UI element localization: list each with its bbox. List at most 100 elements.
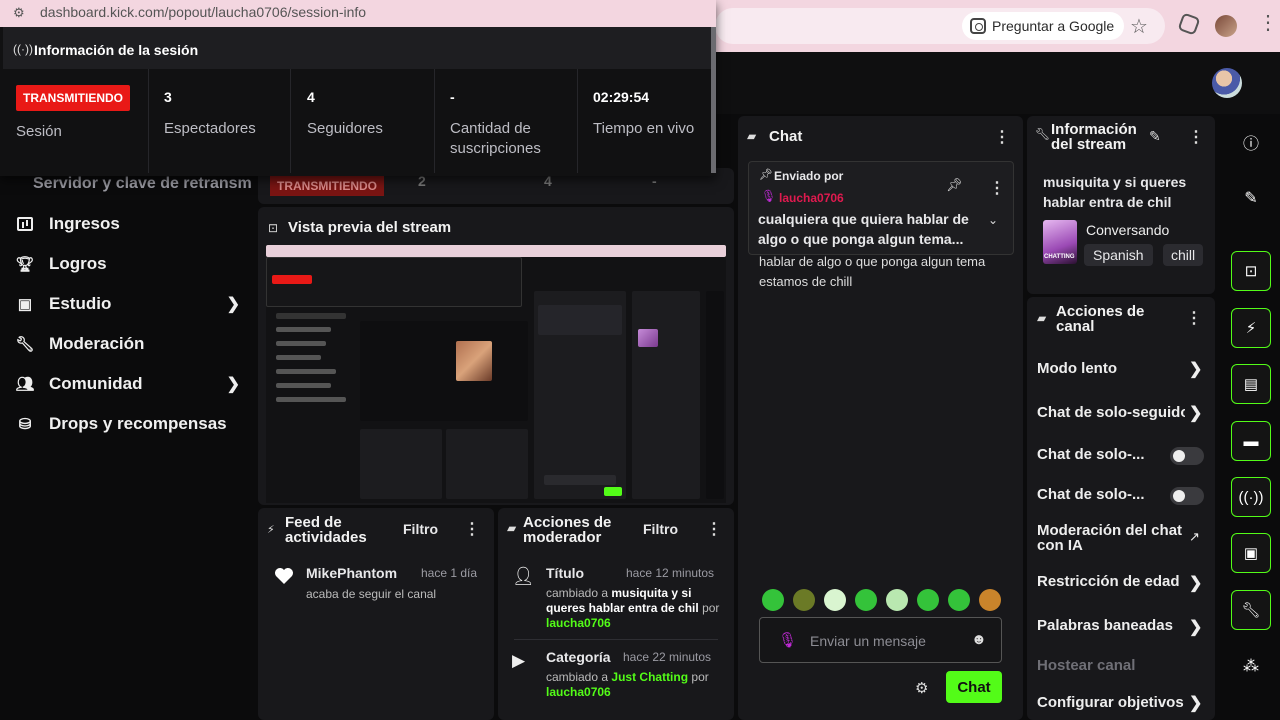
chevron-right-icon[interactable]: ❯ [1189,693,1202,713]
popup-url[interactable]: dashboard.kick.com/popout/laucha0706/ses… [40,4,366,20]
tag-chip[interactable]: Spanish [1084,244,1153,266]
chevron-down-icon[interactable]: ⌄ [988,213,998,227]
chevron-right-icon[interactable]: ❯ [1189,617,1202,637]
emote-5[interactable] [886,589,908,611]
browser-menu-icon[interactable]: ⋮ [1258,10,1278,35]
activity-title: Feed de actividades [285,514,367,546]
screenshot-icon[interactable]: ⊡ [1231,251,1271,291]
sidebar-item-drops[interactable]: ⛁ Drops y recompensas [16,409,240,439]
mic-icon: 🎙︎ [761,189,777,203]
action-slow-mode[interactable]: Modo lento [1037,360,1205,377]
community-icon: 👥︎ [15,376,35,393]
mod-filter-button[interactable]: Filtro [643,521,678,537]
ask-google-label: Preguntar a Google [992,18,1115,34]
wrench-icon[interactable]: 🔧︎ [1231,590,1271,630]
stream-info-more-icon[interactable]: ⋮ [1188,127,1204,147]
activity-more-icon[interactable]: ⋮ [464,519,480,539]
pinned-text: cualquiera que quiera hablar de algo o q… [758,211,969,247]
subs-only-toggle[interactable] [1170,447,1204,465]
mod-item-detail: cambiado a Just Chatting por laucha0706 [546,670,709,699]
edit-pencil-icon[interactable]: ✎ [1149,128,1161,145]
tag-chip[interactable]: chill [1163,244,1204,266]
stat-value: 02:29:54 [593,89,650,105]
sidebar-item-estudio[interactable]: ▣ Estudio ❯ [16,289,240,319]
broadcast-icon[interactable]: ((·)) [1231,477,1271,517]
activity-user[interactable]: MikePhantom [306,565,397,581]
pinned-user[interactable]: laucha0706 [779,191,844,205]
activity-filter-button[interactable]: Filtro [403,521,438,537]
lightning-icon[interactable]: ⚡︎ [1231,308,1271,348]
emote-8[interactable] [979,589,1001,611]
channel-actions-icon: ▰ [1037,311,1047,325]
chat-bubble-icon: ▰ [747,129,757,143]
chat-icon[interactable]: ▬ [1231,421,1271,461]
sidebar-item-label: Logros [49,254,107,273]
sidebar-item-ingresos[interactable]: Ingresos [16,209,240,239]
session-title: Información de la sesión [34,42,199,58]
site-settings-icon[interactable]: ⚙︎ [13,5,25,21]
category-name[interactable]: Conversando [1086,222,1169,238]
preview-title: Vista previa del stream [288,219,452,236]
emote-6[interactable] [917,589,939,611]
chat-more-icon[interactable]: ⋮ [994,127,1010,147]
mod-more-icon[interactable]: ⋮ [706,519,722,539]
stream-preview-video[interactable] [266,245,726,503]
bookmark-star-icon[interactable]: ☆ [1130,14,1148,39]
action-banned-words[interactable]: Palabras baneadas [1037,617,1205,634]
emoji-icon[interactable]: ☻ [971,631,987,648]
notes-icon[interactable]: ▤ [1231,364,1271,404]
live-badge: TRANSMITIENDO [16,85,130,111]
sidebar-item-label: Drops y recompensas [49,414,227,433]
extensions-icon[interactable] [1177,12,1201,36]
pinned-label: Enviado por [774,169,844,183]
activity-time: hace 1 día [421,566,478,580]
pinned-message[interactable]: 📌︎ Enviado por 🎙︎ laucha0706 cualquiera … [748,161,1014,255]
emote-4[interactable] [855,589,877,611]
category-thumbnail[interactable]: CHATTING [1043,220,1077,264]
action-followers-only[interactable]: Chat de solo-seguido [1037,404,1185,421]
mod-item-kind: Título [546,565,585,581]
stat-value: 3 [164,89,172,105]
apps-icon[interactable]: ⁂ [1231,646,1271,686]
info-icon[interactable]: ⓘ [1231,122,1271,162]
sidebar-item-comunidad[interactable]: 👥︎ Comunidad ❯ [15,369,240,399]
popup-scrollbar[interactable] [711,27,716,173]
broadcast-icon: ((·)) [13,42,33,56]
chevron-right-icon[interactable]: ❯ [1189,403,1202,423]
chart-icon [16,215,34,233]
studio-icon[interactable]: ▣ [1231,533,1271,573]
chevron-right-icon[interactable]: ❯ [1189,573,1202,593]
chevron-right-icon[interactable]: ❯ [1189,359,1202,379]
browser-profile-avatar[interactable] [1215,15,1237,37]
unpin-icon[interactable]: 📌︎ [946,177,963,193]
action-configure-goals[interactable]: Configurar objetivos [1037,694,1205,711]
thumbnail-label: CHATTING [1044,254,1075,260]
stat-label: Espectadores [164,120,256,137]
pinned-more-icon[interactable]: ⋮ [989,178,1005,198]
channel-actions-more-icon[interactable]: ⋮ [1186,308,1202,328]
emote-only-toggle[interactable] [1170,487,1204,505]
gear-icon[interactable]: ⚙︎ [915,679,928,697]
user-avatar[interactable] [1212,68,1242,98]
action-age-restriction[interactable]: Restricción de edad [1037,573,1205,590]
preview-icon: ⊡ [268,221,279,235]
action-ai-moderation[interactable]: Moderación del chat con IA [1037,523,1187,553]
user-edit-icon: 👤︎ [512,566,535,586]
shield-icon: ▰ [507,521,517,535]
chat-send-button[interactable]: Chat [946,671,1002,703]
chat-input[interactable]: 🎙︎ Enviar un mensaje ☻ [759,617,1002,663]
emote-3[interactable] [824,589,846,611]
wrench-icon: 🔧︎ [15,336,35,353]
emote-2[interactable] [793,589,815,611]
drops-icon: ⛁ [18,416,32,433]
sidebar-item-logros[interactable]: 🏆︎ Logros [15,249,240,279]
edit-pencil-icon[interactable]: ✎ [1231,178,1271,218]
emote-1[interactable] [762,589,784,611]
chat-title: Chat [769,128,803,145]
stream-title-text: musiquita y si queres hablar entra de ch… [1043,174,1187,210]
external-link-icon[interactable]: ↗ [1189,529,1200,545]
ask-google-button[interactable]: Preguntar a Google [962,12,1125,40]
mod-actions-title: Acciones de moderador [523,514,612,546]
emote-7[interactable] [948,589,970,611]
sidebar-item-moderacion[interactable]: 🔧︎ Moderación [15,329,240,359]
